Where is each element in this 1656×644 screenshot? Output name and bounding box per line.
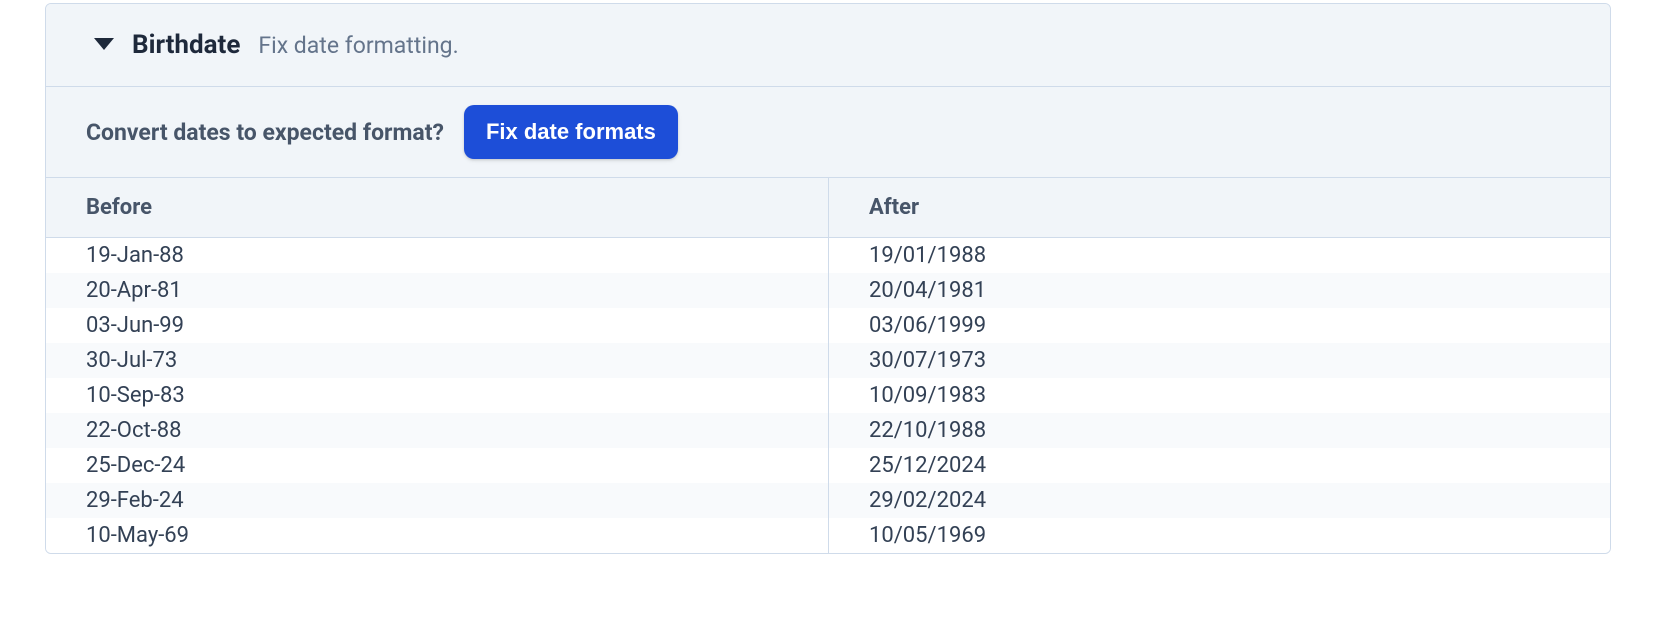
cell-after: 03/06/1999 <box>828 308 1610 343</box>
cell-before: 19-Jan-88 <box>46 238 828 273</box>
action-question: Convert dates to expected format? <box>86 119 444 146</box>
cell-after: 19/01/1988 <box>828 238 1610 273</box>
panel-header[interactable]: Birthdate Fix date formatting. <box>46 4 1610 87</box>
cell-after: 25/12/2024 <box>828 448 1610 483</box>
cell-before: 30-Jul-73 <box>46 343 828 378</box>
chevron-down-icon <box>94 38 114 52</box>
table-row: 25-Dec-2425/12/2024 <box>46 448 1610 483</box>
cell-after: 29/02/2024 <box>828 483 1610 518</box>
table-row: 20-Apr-8120/04/1981 <box>46 273 1610 308</box>
cell-before: 22-Oct-88 <box>46 413 828 448</box>
cell-before: 20-Apr-81 <box>46 273 828 308</box>
table-row: 22-Oct-8822/10/1988 <box>46 413 1610 448</box>
date-format-panel: Birthdate Fix date formatting. Convert d… <box>45 3 1611 554</box>
cell-after: 10/05/1969 <box>828 518 1610 553</box>
column-header-before: Before <box>46 178 828 237</box>
cell-before: 29-Feb-24 <box>46 483 828 518</box>
cell-before: 25-Dec-24 <box>46 448 828 483</box>
cell-before: 10-May-69 <box>46 518 828 553</box>
table-row: 30-Jul-7330/07/1973 <box>46 343 1610 378</box>
table-row: 10-Sep-8310/09/1983 <box>46 378 1610 413</box>
table-row: 03-Jun-9903/06/1999 <box>46 308 1610 343</box>
cell-after: 10/09/1983 <box>828 378 1610 413</box>
cell-after: 30/07/1973 <box>828 343 1610 378</box>
table-body: 19-Jan-8819/01/198820-Apr-8120/04/198103… <box>46 238 1610 553</box>
table-header: Before After <box>46 178 1610 238</box>
cell-after: 22/10/1988 <box>828 413 1610 448</box>
cell-before: 10-Sep-83 <box>46 378 828 413</box>
cell-before: 03-Jun-99 <box>46 308 828 343</box>
column-header-after: After <box>828 178 1610 237</box>
cell-after: 20/04/1981 <box>828 273 1610 308</box>
table-row: 10-May-6910/05/1969 <box>46 518 1610 553</box>
panel-subtitle: Fix date formatting. <box>258 32 458 59</box>
action-bar: Convert dates to expected format? Fix da… <box>46 87 1610 178</box>
panel-title: Birthdate <box>132 30 240 60</box>
fix-date-formats-button[interactable]: Fix date formats <box>464 105 678 159</box>
table-row: 19-Jan-8819/01/1988 <box>46 238 1610 273</box>
table-row: 29-Feb-2429/02/2024 <box>46 483 1610 518</box>
